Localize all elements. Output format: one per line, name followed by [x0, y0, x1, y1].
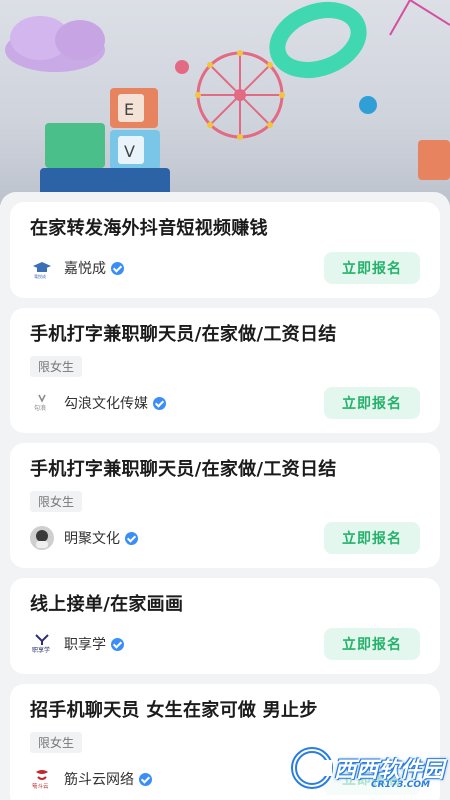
svg-text:V: V: [124, 142, 135, 161]
verified-icon: [111, 637, 124, 651]
tag-badge: 限女生: [30, 491, 83, 512]
job-title: 在家转发海外抖音短视频赚钱: [30, 218, 268, 239]
verified-icon: [139, 772, 152, 786]
svg-text:E: E: [124, 100, 134, 119]
company-logo: 职享学: [30, 632, 54, 656]
apply-button[interactable]: 立即报名: [324, 628, 420, 660]
apply-button[interactable]: 立即报名: [324, 522, 420, 554]
verified-icon: [111, 261, 124, 275]
watermark: 西西软件园 CR173.COM: [254, 744, 444, 792]
company-row: 职享学 职享学 立即报名: [30, 628, 420, 660]
job-title: 手机打字兼职聊天员/在家做/工资日结: [30, 324, 337, 345]
company-name: 职享学: [64, 637, 106, 653]
verified-icon: [125, 531, 138, 545]
apply-button[interactable]: 立即报名: [324, 252, 420, 284]
brand-logo-icon: 职享学: [32, 634, 50, 654]
company-logo: 筋斗云: [30, 767, 54, 791]
company-row: 嘉悦成 嘉悦成 立即报名: [30, 252, 420, 284]
watermark-subtext: CR173.COM: [371, 780, 430, 790]
graduation-cap-icon: 嘉悦成: [33, 262, 51, 279]
brand-logo-icon: 筋斗云: [32, 770, 49, 790]
verified-icon: [153, 396, 166, 410]
hero-banner: E V: [0, 0, 450, 205]
job-card[interactable]: 手机打字兼职聊天员/在家做/工资日结 限女生 明聚文化 立即报名: [10, 443, 440, 568]
tag-badge: 限女生: [30, 356, 83, 377]
job-list: 在家转发海外抖音短视频赚钱 嘉悦成 嘉悦成 立即报名 手机打字兼职聊天员/在家做…: [0, 192, 450, 800]
job-card[interactable]: 线上接单/在家画画 职享学 职享学 立即报名: [10, 578, 440, 674]
company-name: 嘉悦成: [64, 261, 106, 277]
hero-illustration: E V: [5, 0, 450, 198]
watermark-logo-icon: [290, 747, 333, 789]
job-title: 线上接单/在家画画: [30, 594, 184, 615]
job-title: 招手机聊天员 女生在家可做 男止步: [30, 700, 318, 721]
job-title: 手机打字兼职聊天员/在家做/工资日结: [30, 459, 337, 480]
company-name: 明聚文化: [64, 531, 120, 547]
company-logo: [30, 526, 54, 550]
company-name: 筋斗云网络: [64, 772, 134, 788]
apply-button[interactable]: 立即报名: [324, 387, 420, 419]
company-row: 勾浪 勾浪文化传媒 立即报名: [30, 387, 420, 419]
company-logo: 勾浪: [30, 391, 54, 415]
svg-text:筋斗云: 筋斗云: [32, 782, 49, 790]
svg-text:职享学: 职享学: [32, 646, 50, 654]
company-row: 明聚文化 立即报名: [30, 522, 420, 554]
svg-text:嘉悦成: 嘉悦成: [34, 273, 46, 279]
tag-badge: 限女生: [30, 732, 83, 753]
job-card[interactable]: 在家转发海外抖音短视频赚钱 嘉悦成 嘉悦成 立即报名: [10, 202, 440, 298]
avatar-icon: [30, 526, 54, 550]
brand-logo-icon: 勾浪: [34, 394, 46, 412]
svg-text:勾浪: 勾浪: [34, 404, 46, 412]
job-card[interactable]: 手机打字兼职聊天员/在家做/工资日结 限女生 勾浪 勾浪文化传媒 立即报名: [10, 308, 440, 433]
company-logo: 嘉悦成: [30, 256, 54, 280]
company-name: 勾浪文化传媒: [64, 396, 148, 412]
